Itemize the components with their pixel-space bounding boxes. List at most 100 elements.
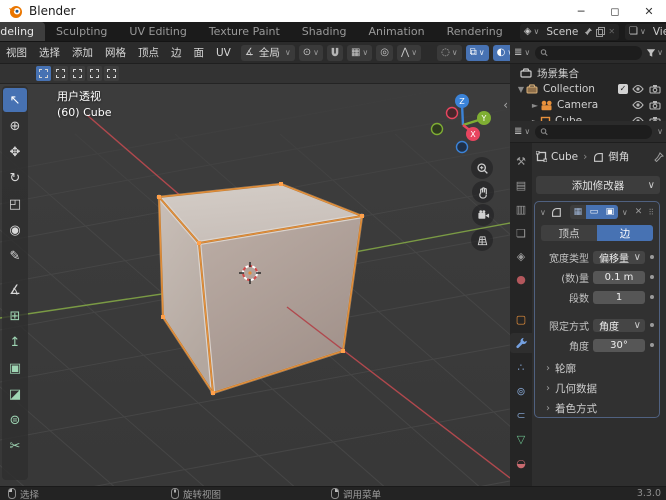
tool-bevel[interactable]: ◪ <box>3 382 27 406</box>
animate-dot-icon[interactable] <box>650 295 654 299</box>
toggle-realtime-icon[interactable]: ▭ <box>585 205 602 219</box>
outliner-row-camera[interactable]: ► Camera <box>510 97 666 113</box>
expand-icon[interactable]: ▼ <box>516 85 526 94</box>
menu-vertex[interactable]: 顶点 <box>132 45 165 60</box>
toggle-edit-mode-icon[interactable]: ▦ <box>569 205 586 219</box>
close-button[interactable]: ✕ <box>632 0 666 22</box>
pin-icon[interactable] <box>584 27 593 36</box>
select-mode-invert-button[interactable] <box>87 66 102 81</box>
transform-orientation-dropdown[interactable]: ∡ 全局 ∨ <box>240 44 295 61</box>
delete-modifier-icon[interactable]: ✕ <box>635 207 643 217</box>
viewlayer-selector[interactable]: ❏ ∨ ViewLayer ✕ <box>625 23 666 40</box>
outliner-row-collection[interactable]: ▼ Collection ✓ <box>510 81 666 97</box>
snap-settings-dropdown[interactable]: ▦ ∨ <box>346 44 373 61</box>
pin-icon[interactable] <box>654 151 664 162</box>
pan-button[interactable] <box>472 181 494 203</box>
outliner-editor-icon[interactable]: ≣ <box>514 47 522 58</box>
collection-checkbox[interactable]: ✓ <box>618 84 628 94</box>
animate-dot-icon[interactable] <box>650 255 654 259</box>
tool-annotate[interactable]: ✎ <box>3 244 27 268</box>
tool-loop-cut[interactable]: ⊜ <box>3 408 27 432</box>
tool-select-box[interactable]: ↖ <box>3 88 27 112</box>
menu-view[interactable]: 视图 <box>0 45 33 60</box>
outliner-row-cube[interactable]: ► Cube <box>510 113 666 121</box>
tab-view-layer[interactable]: ❏ <box>510 223 532 243</box>
add-modifier-button[interactable]: 添加修改器 ∨ <box>536 176 660 194</box>
section-profile[interactable]: › 轮廓 <box>545 362 655 375</box>
tab-constraints[interactable]: ⊂ <box>510 405 532 425</box>
workspace-tab-animation[interactable]: Animation <box>357 22 435 41</box>
tool-scale[interactable]: ◰ <box>3 192 27 216</box>
properties-search-input[interactable] <box>551 126 648 137</box>
tab-tool[interactable]: ⚒ <box>510 151 532 171</box>
workspace-tab-shading[interactable]: Shading <box>291 22 358 41</box>
angle-field[interactable]: 30° <box>593 338 645 352</box>
tool-add-cube[interactable]: ⊞ <box>3 304 27 328</box>
sidebar-collapse-arrow[interactable]: ‹ <box>503 98 508 112</box>
workspace-tab-sculpting[interactable]: Sculpting <box>45 22 118 41</box>
width-type-dropdown[interactable]: 偏移量 ∨ <box>593 250 645 265</box>
drag-handle-icon[interactable]: ⠿ <box>648 208 654 217</box>
workspace-tab-rendering[interactable]: Rendering <box>436 22 514 41</box>
modifier-extras-icon[interactable]: ∨ <box>622 208 628 217</box>
outliner-search[interactable] <box>535 45 643 60</box>
tool-inset-faces[interactable]: ▣ <box>3 356 27 380</box>
tab-material[interactable]: ◒ <box>510 453 532 473</box>
expand-icon[interactable]: ► <box>530 101 540 110</box>
tab-scene[interactable]: ◈ <box>510 246 532 266</box>
tool-rotate[interactable]: ↻ <box>3 166 27 190</box>
outliner-search-input[interactable] <box>551 47 638 58</box>
xray-toggle[interactable]: ⧉ ∨ <box>465 44 489 61</box>
tool-transform[interactable]: ◉ <box>3 218 27 242</box>
new-scene-icon[interactable] <box>596 27 606 37</box>
limit-method-dropdown[interactable]: 角度 ∨ <box>593 318 645 333</box>
affect-vertices-tab[interactable]: 顶点 <box>541 225 597 241</box>
animate-dot-icon[interactable] <box>650 275 654 279</box>
tool-knife[interactable]: ✂ <box>3 434 27 458</box>
workspace-tab-uv-editing[interactable]: UV Editing <box>118 22 197 41</box>
tab-particles[interactable]: ∴ <box>510 357 532 377</box>
properties-editor-icon[interactable]: ≣ <box>514 126 522 137</box>
amount-field[interactable]: 0.1 m <box>593 270 645 284</box>
menu-add[interactable]: 添加 <box>66 45 99 60</box>
tab-physics[interactable]: ⊚ <box>510 381 532 401</box>
workspace-tab-texture-paint[interactable]: Texture Paint <box>198 22 291 41</box>
affect-edges-tab[interactable]: 边 <box>597 225 653 241</box>
filter-icon[interactable] <box>646 48 656 58</box>
tool-extrude-region[interactable]: ↥ <box>3 330 27 354</box>
toggle-render-icon[interactable]: ▣ <box>601 205 618 219</box>
menu-face[interactable]: 面 <box>188 45 211 60</box>
disable-render-camera-icon[interactable] <box>649 100 661 110</box>
tab-world[interactable]: ● <box>510 269 532 289</box>
select-mode-intersect-button[interactable] <box>104 66 119 81</box>
tab-render[interactable]: ▤ <box>510 175 532 195</box>
falloff-dropdown[interactable]: ⋀ ∨ <box>397 44 422 61</box>
hide-eye-icon[interactable] <box>632 100 644 110</box>
select-mode-subtract-button[interactable] <box>70 66 85 81</box>
workspace-tab-modeling[interactable]: Modeling <box>0 22 46 41</box>
segments-field[interactable]: 1 <box>593 290 645 304</box>
maximize-button[interactable]: ◻ <box>598 0 632 22</box>
scene-selector[interactable]: ◈ ∨ Scene ✕ <box>519 23 620 40</box>
menu-select[interactable]: 选择 <box>33 45 66 60</box>
tool-measure[interactable]: ∡ <box>3 278 27 302</box>
properties-search[interactable] <box>535 124 653 139</box>
show-gizmo-dropdown[interactable]: ◌ ∨ <box>437 44 462 61</box>
outliner-row-scene-collection[interactable]: 场景集合 <box>510 65 666 81</box>
tab-object-data[interactable]: ▽ <box>510 429 532 449</box>
cube-mesh[interactable] <box>156 182 510 479</box>
select-mode-new-button[interactable] <box>36 66 51 81</box>
viewport-3d[interactable]: Z Y X 用户透视 (60) Cube ↖ ⊕ ✥ ↻ ◰ ◉ ✎ ∡ ⊞ ↥… <box>0 84 510 486</box>
menu-edge[interactable]: 边 <box>165 45 188 60</box>
toggle-perspective-button[interactable] <box>471 229 493 251</box>
collapse-icon[interactable]: ∨ <box>540 208 546 217</box>
proportional-editing-toggle[interactable]: ◎ <box>376 44 393 61</box>
tab-output[interactable]: ▥ <box>510 199 532 219</box>
tool-move[interactable]: ✥ <box>3 140 27 164</box>
hide-eye-icon[interactable] <box>632 84 644 94</box>
breadcrumb-modifier[interactable]: 倒角 <box>608 149 629 164</box>
minimize-button[interactable]: ─ <box>564 0 598 22</box>
snap-toggle[interactable] <box>326 44 343 61</box>
tool-cursor[interactable]: ⊕ <box>3 114 27 138</box>
select-mode-extend-button[interactable] <box>53 66 68 81</box>
